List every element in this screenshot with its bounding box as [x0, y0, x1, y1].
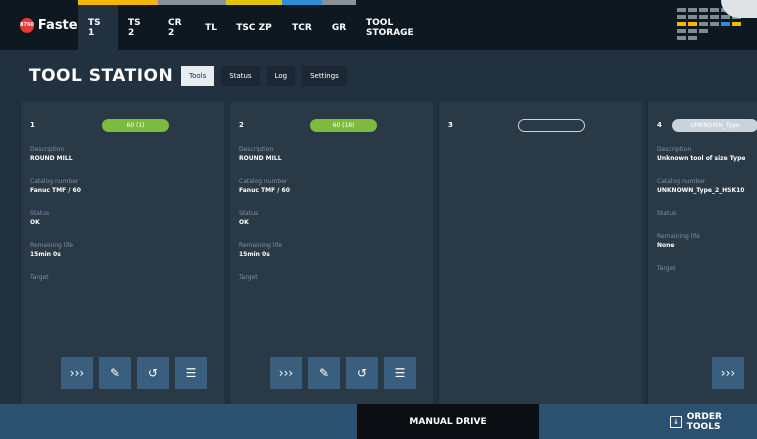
tool-life-pill: 60 (18): [310, 119, 377, 132]
tool-card-4: 4 UNKNOWN_Type Description Unknown tool …: [647, 102, 757, 404]
status-label: Status: [239, 210, 259, 217]
life-label: Remaining life: [30, 242, 73, 249]
status-label: Status: [657, 210, 677, 217]
catalog-field: Catalog number Fanuc TMF / 60: [30, 178, 81, 194]
download-icon: ↓: [670, 415, 682, 428]
subtab-status[interactable]: Status: [221, 66, 260, 86]
add-list-button[interactable]: ☰: [384, 357, 416, 389]
logo: 8760 Fastems: [0, 0, 99, 50]
description-label: Description: [30, 146, 65, 153]
forward-button[interactable]: ›››: [61, 357, 93, 389]
tool-life-pill: [518, 119, 585, 132]
manual-drive-button[interactable]: MANUAL DRIVE: [357, 404, 539, 439]
wrench-icon: ✎: [109, 366, 121, 380]
wrench-button[interactable]: ✎: [308, 357, 340, 389]
subtab-settings[interactable]: Settings: [302, 66, 347, 86]
tool-cards: 1 60 (1) Description ROUND MILL Catalog …: [20, 102, 757, 404]
target-label: Target: [30, 274, 49, 281]
catalog-label: Catalog number: [657, 178, 706, 185]
catalog-label: Catalog number: [30, 178, 79, 185]
add-list-icon: ☰: [185, 366, 197, 380]
life-field: Remaining life 15min 0s: [30, 242, 73, 258]
order-tools-label: ORDER TOOLS: [686, 411, 722, 432]
tab-ts1[interactable]: TS 1: [78, 0, 118, 50]
tool-slot-number: 1: [30, 121, 35, 129]
description-field: Description ROUND MILL: [30, 146, 73, 162]
tab-tsc-zp[interactable]: TSC ZP: [226, 0, 282, 50]
target-field: Target: [239, 274, 258, 281]
target-label: Target: [657, 265, 676, 272]
card-actions: ›››: [712, 357, 750, 389]
life-value: None: [657, 242, 675, 249]
forward-button[interactable]: ›››: [270, 357, 302, 389]
forward-button[interactable]: ›››: [712, 357, 744, 389]
add-list-button[interactable]: ☰: [175, 357, 207, 389]
tool-type-pill: UNKNOWN_Type: [672, 119, 757, 132]
card-actions: ››› ✎ ↺ ☰: [270, 357, 422, 389]
subtab-log[interactable]: Log: [266, 66, 296, 86]
description-label: Description: [657, 146, 692, 153]
tool-slot-number: 2: [239, 121, 244, 129]
add-list-icon: ☰: [394, 366, 406, 380]
tab-tcr[interactable]: TCR: [282, 0, 322, 50]
target-label: Target: [239, 274, 258, 281]
target-field: Target: [657, 265, 676, 272]
status-value: OK: [239, 219, 249, 226]
tool-card-2: 2 60 (18) Description ROUND MILL Catalog…: [229, 102, 433, 404]
status-value: OK: [30, 219, 40, 226]
history-button[interactable]: ↺: [137, 357, 169, 389]
reset-history-icon: ↺: [356, 366, 368, 380]
life-value: 15min 0s: [30, 251, 61, 258]
life-field: Remaining life None: [657, 233, 700, 249]
tab-tool-storage[interactable]: TOOL STORAGE: [356, 0, 440, 50]
reset-history-icon: ↺: [147, 366, 159, 380]
forward-icon: ›››: [720, 366, 736, 380]
life-label: Remaining life: [239, 242, 282, 249]
catalog-value: UNKNOWN_Type_2_HSK10: [657, 187, 745, 194]
description-field: Description ROUND MILL: [239, 146, 282, 162]
tool-card-1: 1 60 (1) Description ROUND MILL Catalog …: [20, 102, 224, 404]
tab-tl[interactable]: TL: [196, 0, 226, 50]
life-field: Remaining life 15min 0s: [239, 242, 282, 258]
card-actions: ››› ✎ ↺ ☰: [61, 357, 213, 389]
order-tools-button[interactable]: ↓ ORDER TOOLS: [670, 404, 757, 439]
status-field: Status OK: [30, 210, 49, 226]
tab-gr[interactable]: GR: [322, 0, 356, 50]
status-field: Status: [657, 210, 676, 217]
description-value: ROUND MILL: [30, 155, 73, 162]
subtabs: Tools Status Log Settings: [181, 66, 354, 86]
catalog-value: Fanuc TMF / 60: [239, 187, 290, 194]
life-label: Remaining life: [657, 233, 700, 240]
tool-slot-number: 4: [657, 121, 662, 129]
top-navigation: 8760 Fastems TS 1 TS 2 CR 2 TL TSC ZP TC…: [0, 0, 757, 50]
target-field: Target: [30, 274, 49, 281]
forward-icon: ›››: [278, 366, 294, 380]
logo-badge: 8760: [20, 17, 34, 33]
catalog-label: Catalog number: [239, 178, 288, 185]
catalog-field: Catalog number Fanuc TMF / 60: [239, 178, 290, 194]
description-value: ROUND MILL: [239, 155, 282, 162]
description-value: Unknown tool of size Type: [657, 155, 746, 162]
life-value: 15min 0s: [239, 251, 270, 258]
catalog-value: Fanuc TMF / 60: [30, 187, 81, 194]
status-field: Status OK: [239, 210, 258, 226]
tab-ts2[interactable]: TS 2: [118, 0, 158, 50]
wrench-icon: ✎: [318, 366, 330, 380]
tool-life-pill: 60 (1): [102, 119, 169, 132]
history-button[interactable]: ↺: [346, 357, 378, 389]
subtab-tools[interactable]: Tools: [181, 66, 215, 86]
tab-cr2[interactable]: CR 2: [158, 0, 196, 50]
tool-card-3: 3: [438, 102, 642, 404]
description-field: Description Unknown tool of size Type: [657, 146, 745, 162]
forward-icon: ›››: [69, 366, 85, 380]
page-title: TOOL STATION 1: [29, 66, 192, 86]
catalog-field: Catalog number UNKNOWN_Type_2_HSK10: [657, 178, 744, 194]
wrench-button[interactable]: ✎: [99, 357, 131, 389]
tool-slot-number: 3: [448, 121, 453, 129]
status-label: Status: [30, 210, 50, 217]
description-label: Description: [239, 146, 274, 153]
